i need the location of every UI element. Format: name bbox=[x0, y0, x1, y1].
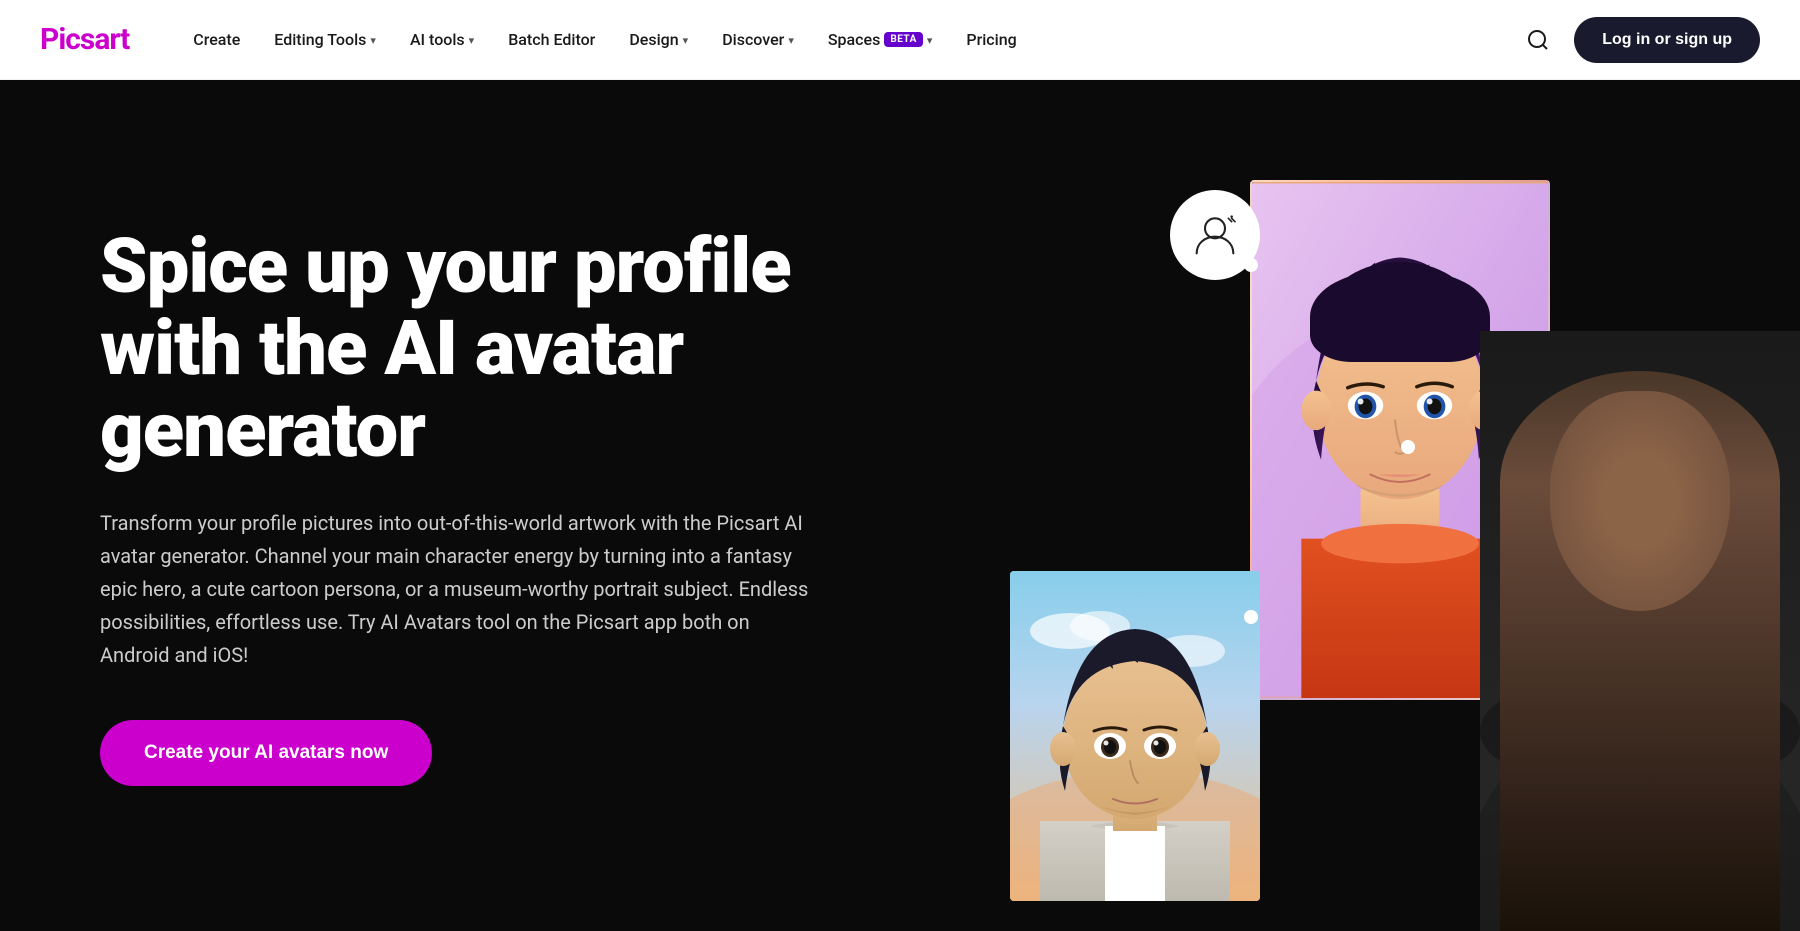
handle-dot-top bbox=[1244, 258, 1258, 272]
nav-right: Log in or sign up bbox=[1518, 17, 1760, 63]
chevron-down-icon: ▾ bbox=[469, 34, 475, 47]
chevron-down-icon: ▾ bbox=[788, 34, 794, 47]
search-icon bbox=[1526, 28, 1550, 52]
login-button[interactable]: Log in or sign up bbox=[1574, 17, 1760, 63]
hero-image-real-person bbox=[1480, 331, 1800, 931]
chevron-down-icon: ▾ bbox=[370, 34, 376, 47]
chevron-down-icon: ▾ bbox=[927, 34, 933, 47]
nav-batch-editor[interactable]: Batch Editor bbox=[494, 22, 609, 57]
beta-badge: BETA bbox=[884, 32, 923, 47]
anime-character-left-svg bbox=[1010, 571, 1260, 901]
avatar-icon bbox=[1190, 210, 1240, 260]
chevron-down-icon: ▾ bbox=[683, 34, 689, 47]
cta-button[interactable]: Create your AI avatars now bbox=[100, 720, 432, 786]
hero-description: Transform your profile pictures into out… bbox=[100, 507, 820, 672]
nav-ai-tools[interactable]: AI tools ▾ bbox=[396, 22, 488, 57]
nav-create[interactable]: Create bbox=[179, 22, 254, 57]
nav-editing-tools[interactable]: Editing Tools ▾ bbox=[260, 22, 390, 57]
handle-dot-mid bbox=[1401, 440, 1415, 454]
logo-text: Picsart bbox=[40, 22, 129, 57]
nav-spaces[interactable]: Spaces BETA ▾ bbox=[814, 22, 947, 57]
nav-discover[interactable]: Discover ▾ bbox=[708, 22, 808, 57]
hero-image-left bbox=[1010, 571, 1260, 901]
real-person-svg bbox=[1480, 331, 1800, 931]
handle-dot-bottom bbox=[1244, 610, 1258, 624]
hero-title: Spice up your profile with the AI avatar… bbox=[100, 225, 900, 471]
search-button[interactable] bbox=[1518, 20, 1558, 60]
navbar: Picsart Create Editing Tools ▾ AI tools … bbox=[0, 0, 1800, 80]
nav-links: Create Editing Tools ▾ AI tools ▾ Batch … bbox=[179, 22, 1518, 57]
logo[interactable]: Picsart bbox=[40, 22, 129, 57]
nav-design[interactable]: Design ▾ bbox=[615, 22, 702, 57]
hero-section: Spice up your profile with the AI avatar… bbox=[0, 80, 1800, 931]
nav-pricing[interactable]: Pricing bbox=[952, 22, 1030, 57]
hero-images bbox=[900, 80, 1800, 931]
hero-content: Spice up your profile with the AI avatar… bbox=[100, 225, 900, 786]
